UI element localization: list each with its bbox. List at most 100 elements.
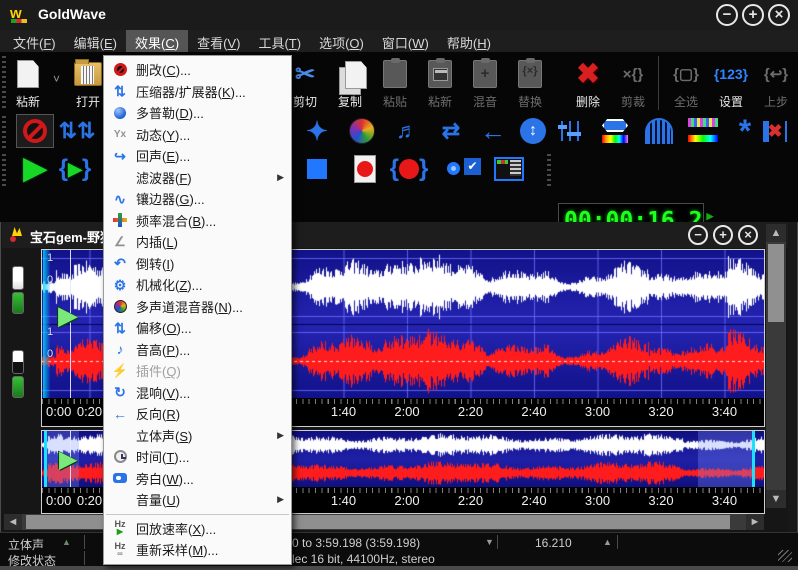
toolbar-button-剪裁[interactable]: ×{}剪裁 (611, 54, 655, 110)
menu-4[interactable]: 工具(T) (249, 30, 310, 52)
menu-7[interactable]: 帮助(H) (438, 30, 500, 52)
new-file-icon (6, 56, 50, 92)
reverb-gate-icon[interactable] (640, 114, 678, 148)
channel-mixer-icon[interactable] (343, 114, 381, 148)
ruler-label: 2:00 (394, 404, 419, 419)
menu-1[interactable]: 编辑(E) (65, 30, 126, 52)
prohibit-icon[interactable] (16, 114, 54, 148)
maximize-button[interactable]: + (742, 4, 764, 26)
effects-menu-item-回放速率[interactable]: Hz▶回放速率(X)... (104, 518, 291, 540)
toolbar-button-全选[interactable]: {▢}全选 (664, 54, 708, 110)
scroll-down-icon[interactable]: ▼ (766, 490, 786, 508)
vertical-scroll-thumb[interactable] (768, 244, 784, 322)
playback-rate-icon: Hz▶ (104, 520, 136, 536)
effects-menu-item-混响[interactable]: ↻混响(V)... (104, 382, 291, 404)
selection-start-marker[interactable] (44, 431, 47, 487)
vertical-scrollbar[interactable]: ▲ ▼ (766, 224, 786, 508)
effects-menu-item-时间[interactable]: 时间(T)... (104, 446, 291, 468)
equalizer-icon[interactable] (552, 114, 590, 148)
new-dropdown-caret-icon[interactable]: ˅ (53, 72, 60, 86)
position-spinner-icon[interactable]: ▲ (603, 537, 612, 547)
toolbar-button-粘新[interactable]: 粘新 (418, 54, 462, 110)
scroll-left-icon[interactable]: ◄ (4, 514, 22, 530)
close-button[interactable]: × (738, 225, 758, 245)
window-title: GoldWave (38, 6, 106, 22)
pitch-note-icon[interactable]: ♬ (388, 114, 426, 148)
effects-menu-item-镶边器[interactable]: ∿镶边器(G)... (104, 188, 291, 210)
menu-2[interactable]: 效果(C) (126, 30, 188, 52)
voice-over-icon (104, 473, 136, 483)
effects-menu-item-回声[interactable]: ↪回声(E)... (104, 145, 291, 167)
play-icon[interactable]: ▶ (16, 152, 54, 186)
effects-menu-item-偏移[interactable]: ⇅偏移(O)... (104, 317, 291, 339)
effects-menu-item-压缩器/扩展器[interactable]: ⇅压缩器/扩展器(K)... (104, 81, 291, 103)
menu-0[interactable]: 文件(F) (4, 30, 65, 52)
channel-mode-status[interactable]: 立体声 (8, 536, 44, 553)
control-properties-icon[interactable] (490, 152, 528, 186)
selection-dropdown-icon[interactable]: ▼ (485, 537, 494, 547)
toolbar-button-替换[interactable]: {×}替换 (508, 54, 552, 110)
selection-start-marker[interactable] (43, 250, 50, 398)
effects-menu-item-旁白[interactable]: 旁白(W)... (104, 468, 291, 490)
toolbar-button-上步[interactable]: {↩}上步 (754, 54, 798, 110)
record-selection-icon[interactable]: {} (390, 152, 428, 186)
scroll-up-icon[interactable]: ▲ (766, 224, 786, 242)
playback-marker-icon[interactable]: ▶ (58, 300, 78, 331)
filter-hex-icon[interactable] (596, 114, 634, 148)
edge-partial-icon[interactable] (786, 114, 798, 148)
offset-circle-icon[interactable]: ↕ (514, 114, 552, 148)
record-new-icon[interactable] (346, 152, 384, 186)
title-bar: w GoldWave −+× (0, 0, 798, 30)
effects-menu-item-音高[interactable]: ♪音高(P)... (104, 339, 291, 361)
effects-menu-item-机械化[interactable]: ⚙机械化(Z)... (104, 274, 291, 296)
compress-expand-icon[interactable]: ⇅⇅ (58, 114, 96, 148)
replace-icon: {×} (508, 56, 552, 92)
reverse-arrow-icon[interactable]: ← (474, 114, 512, 148)
close-button[interactable]: × (768, 4, 790, 26)
effects-menu-item-重新采样[interactable]: Hz∞重新采样(M)... (104, 539, 291, 561)
menu-3[interactable]: 查看(V) (188, 30, 249, 52)
position-value[interactable]: 16.210 (535, 536, 572, 550)
effects-menu-item-频率混合[interactable]: 频率混合(B)... (104, 210, 291, 232)
doppler-star-icon[interactable]: ✦ (298, 114, 336, 148)
resize-grip[interactable] (778, 550, 792, 562)
menu-6[interactable]: 窗口(W) (373, 30, 438, 52)
maximize-button[interactable]: + (713, 225, 733, 245)
expander-arrows-icon[interactable]: ⇄ (432, 114, 470, 148)
effects-menu-item-多普勒[interactable]: 多普勒(D)... (104, 102, 291, 124)
minimize-button[interactable]: − (688, 225, 708, 245)
stop-icon[interactable] (298, 152, 336, 186)
channel-1-enable-button[interactable] (12, 292, 24, 314)
toolbar-button-删除[interactable]: ✖删除 (566, 54, 610, 110)
effects-menu-item-删改[interactable]: 删改(C)... (104, 59, 291, 81)
effects-menu-item-立体声[interactable]: 立体声(S)▶ (104, 425, 291, 447)
effects-menu-item-插件[interactable]: ⚡插件(Q) (104, 360, 291, 382)
scroll-right-icon[interactable]: ► (746, 514, 764, 530)
play-selection-icon[interactable]: {▶} (56, 152, 94, 186)
toolbar-button-设置[interactable]: {123}设置 (709, 54, 753, 110)
playback-marker-icon[interactable]: ▶ (59, 445, 77, 474)
channel-1-indicator[interactable] (12, 266, 24, 290)
effects-menu-item-多声道混音器[interactable]: 多声道混音器(N)... (104, 296, 291, 318)
toolbar-button-复制[interactable]: 复制 (328, 54, 372, 110)
spectrum-filter-icon[interactable] (684, 114, 722, 148)
submenu-arrow-icon: ▶ (277, 430, 284, 441)
effects-menu-item-音量[interactable]: 音量(U)▶ (104, 489, 291, 511)
channel-mode-toggle-icon[interactable]: ▲ (62, 537, 71, 547)
ruler-label: 0:00 (46, 404, 71, 419)
effects-menu-item-反向[interactable]: ←反向(R) (104, 403, 291, 425)
minimize-button[interactable]: − (716, 4, 738, 26)
channel-2-enable-button[interactable] (12, 376, 24, 398)
channel-2-indicator[interactable] (12, 350, 24, 374)
record-options-icon[interactable]: ✔ (445, 152, 483, 186)
effects-menu-item-倒转[interactable]: ↶倒转(I) (104, 253, 291, 275)
toolbar-button-粘贴[interactable]: 粘贴 (373, 54, 417, 110)
effects-menu-item-动态[interactable]: Yx动态(Y)... (104, 124, 291, 146)
menu-5[interactable]: 选项(O) (310, 30, 373, 52)
effects-menu-item-内插[interactable]: ∠内插(L) (104, 231, 291, 253)
toolbar-button-粘新[interactable]: 粘新 (6, 54, 50, 110)
echo-icon: ↪ (104, 149, 136, 163)
toolbar-button-混音[interactable]: +混音 (463, 54, 507, 110)
selection-end-marker[interactable] (752, 431, 755, 487)
effects-menu-item-滤波器[interactable]: 滤波器(F)▶ (104, 167, 291, 189)
